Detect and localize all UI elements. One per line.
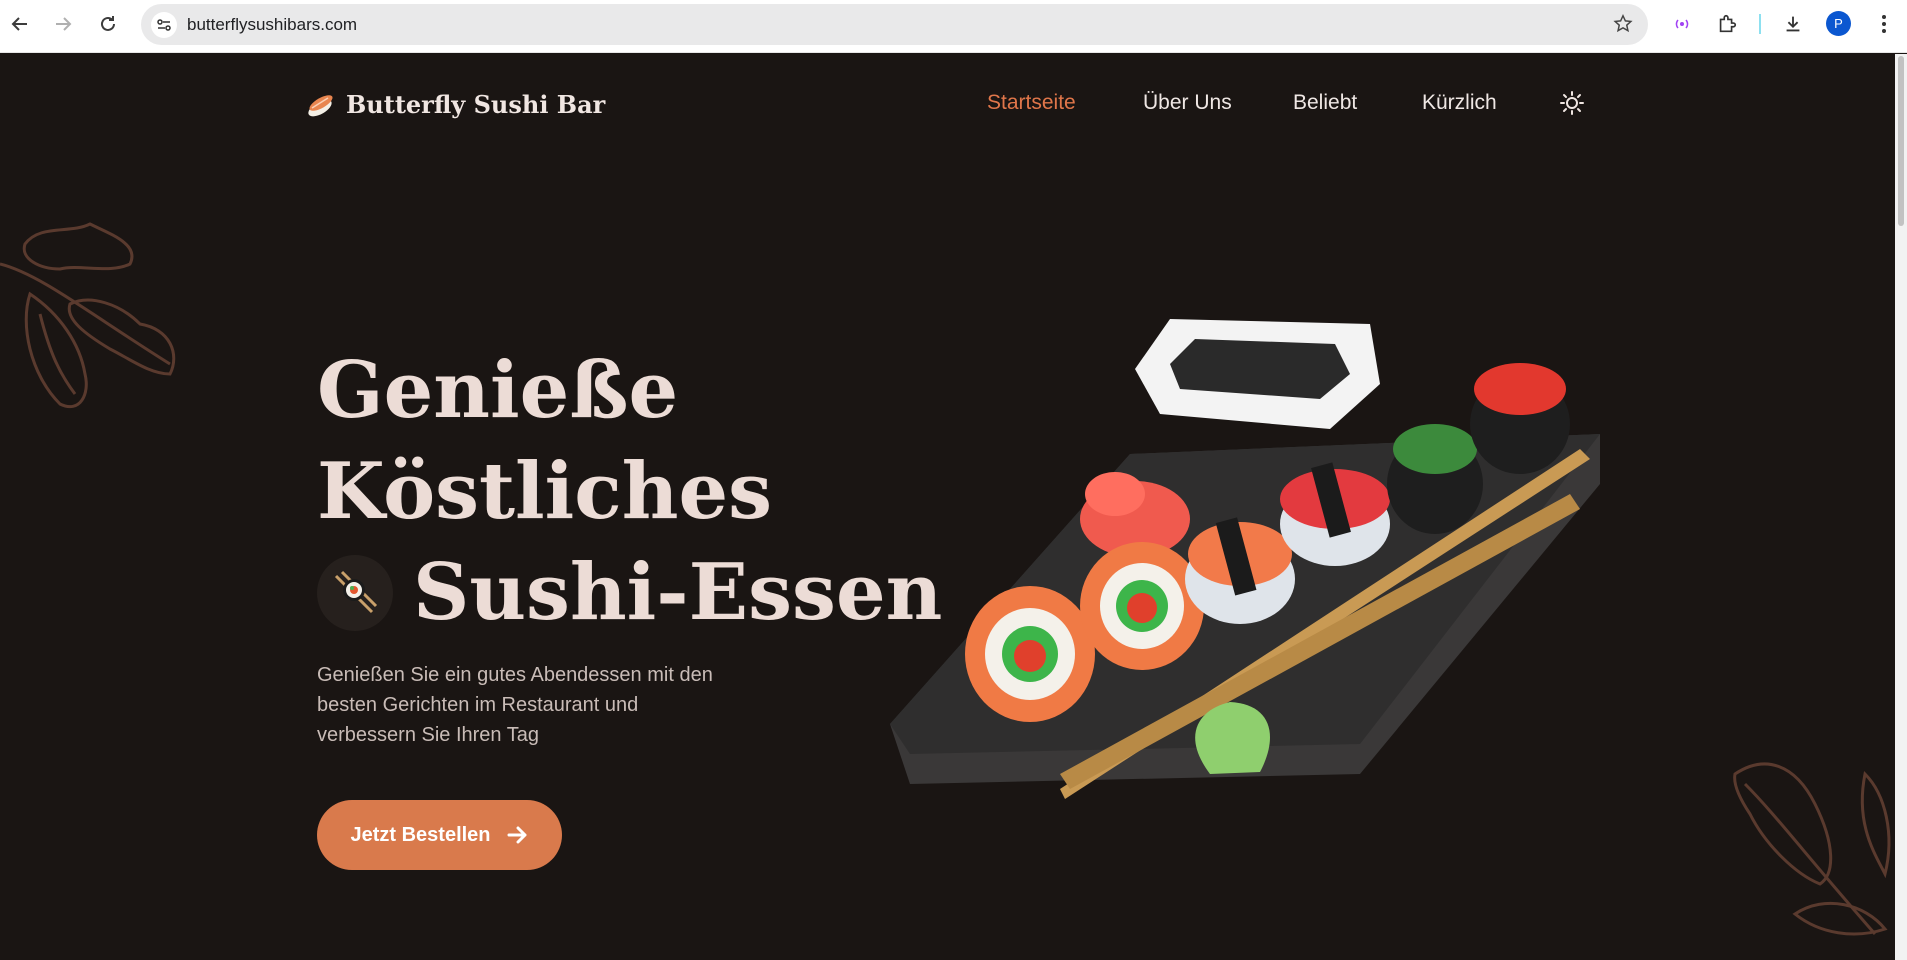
bookmark-star-icon[interactable]: [1612, 13, 1634, 40]
reload-icon[interactable]: [93, 9, 123, 39]
nav-item-startseite[interactable]: Startseite: [987, 91, 1076, 115]
forward-icon[interactable]: [48, 9, 78, 39]
leaf-decoration-left-icon: [0, 222, 176, 409]
hero-title-line-3: Sushi-Essen: [413, 547, 943, 638]
sushi-platter-illustration: [890, 319, 1600, 799]
hero-title-line-1: Genieße: [317, 345, 679, 436]
browser-toolbar: butterflysushibars.com P: [0, 0, 1907, 53]
broadcast-icon[interactable]: [1668, 10, 1696, 38]
brand-name: Butterfly Sushi Bar: [346, 89, 606, 119]
hero-description: Genießen Sie ein gutes Abendessen mit de…: [317, 664, 713, 746]
brand[interactable]: Butterfly Sushi Bar: [304, 88, 605, 120]
nav-item-kuerzlich[interactable]: Kürzlich: [1422, 91, 1497, 115]
order-now-label: Jetzt Bestellen: [350, 823, 491, 846]
page-viewport: Butterfly Sushi Bar Startseite Über Uns …: [0, 54, 1907, 960]
back-icon[interactable]: [5, 9, 35, 39]
hero-title-line-3-wrap: Sushi-Essen: [317, 542, 942, 643]
nav-item-ueber-uns[interactable]: Über Uns: [1143, 91, 1232, 115]
menu-icon[interactable]: [1870, 10, 1898, 38]
site-info-icon[interactable]: [151, 12, 177, 38]
download-icon[interactable]: [1779, 10, 1807, 38]
scrollbar-thumb[interactable]: [1898, 56, 1904, 226]
nav-item-beliebt[interactable]: Beliebt: [1293, 91, 1357, 115]
toolbar-separator: [1759, 14, 1761, 34]
page-scrollbar[interactable]: [1895, 54, 1907, 960]
url-text[interactable]: butterflysushibars.com: [187, 15, 357, 35]
profile-avatar[interactable]: P: [1826, 11, 1851, 36]
leaf-decoration-right-icon: [1733, 762, 1891, 936]
sushi-logo-icon: [308, 95, 333, 117]
arrow-right-icon: [507, 826, 527, 844]
order-now-button[interactable]: Jetzt Bestellen: [317, 800, 562, 870]
hero-title-line-2: Köstliches: [317, 446, 773, 537]
theme-toggle-sun-icon[interactable]: [1559, 90, 1585, 116]
address-bar[interactable]: butterflysushibars.com: [141, 4, 1648, 45]
extensions-icon[interactable]: [1713, 10, 1741, 38]
sushi-chopsticks-icon: [317, 554, 393, 631]
hero-title: Genieße Köstliches Sushi-Essen: [317, 340, 942, 643]
